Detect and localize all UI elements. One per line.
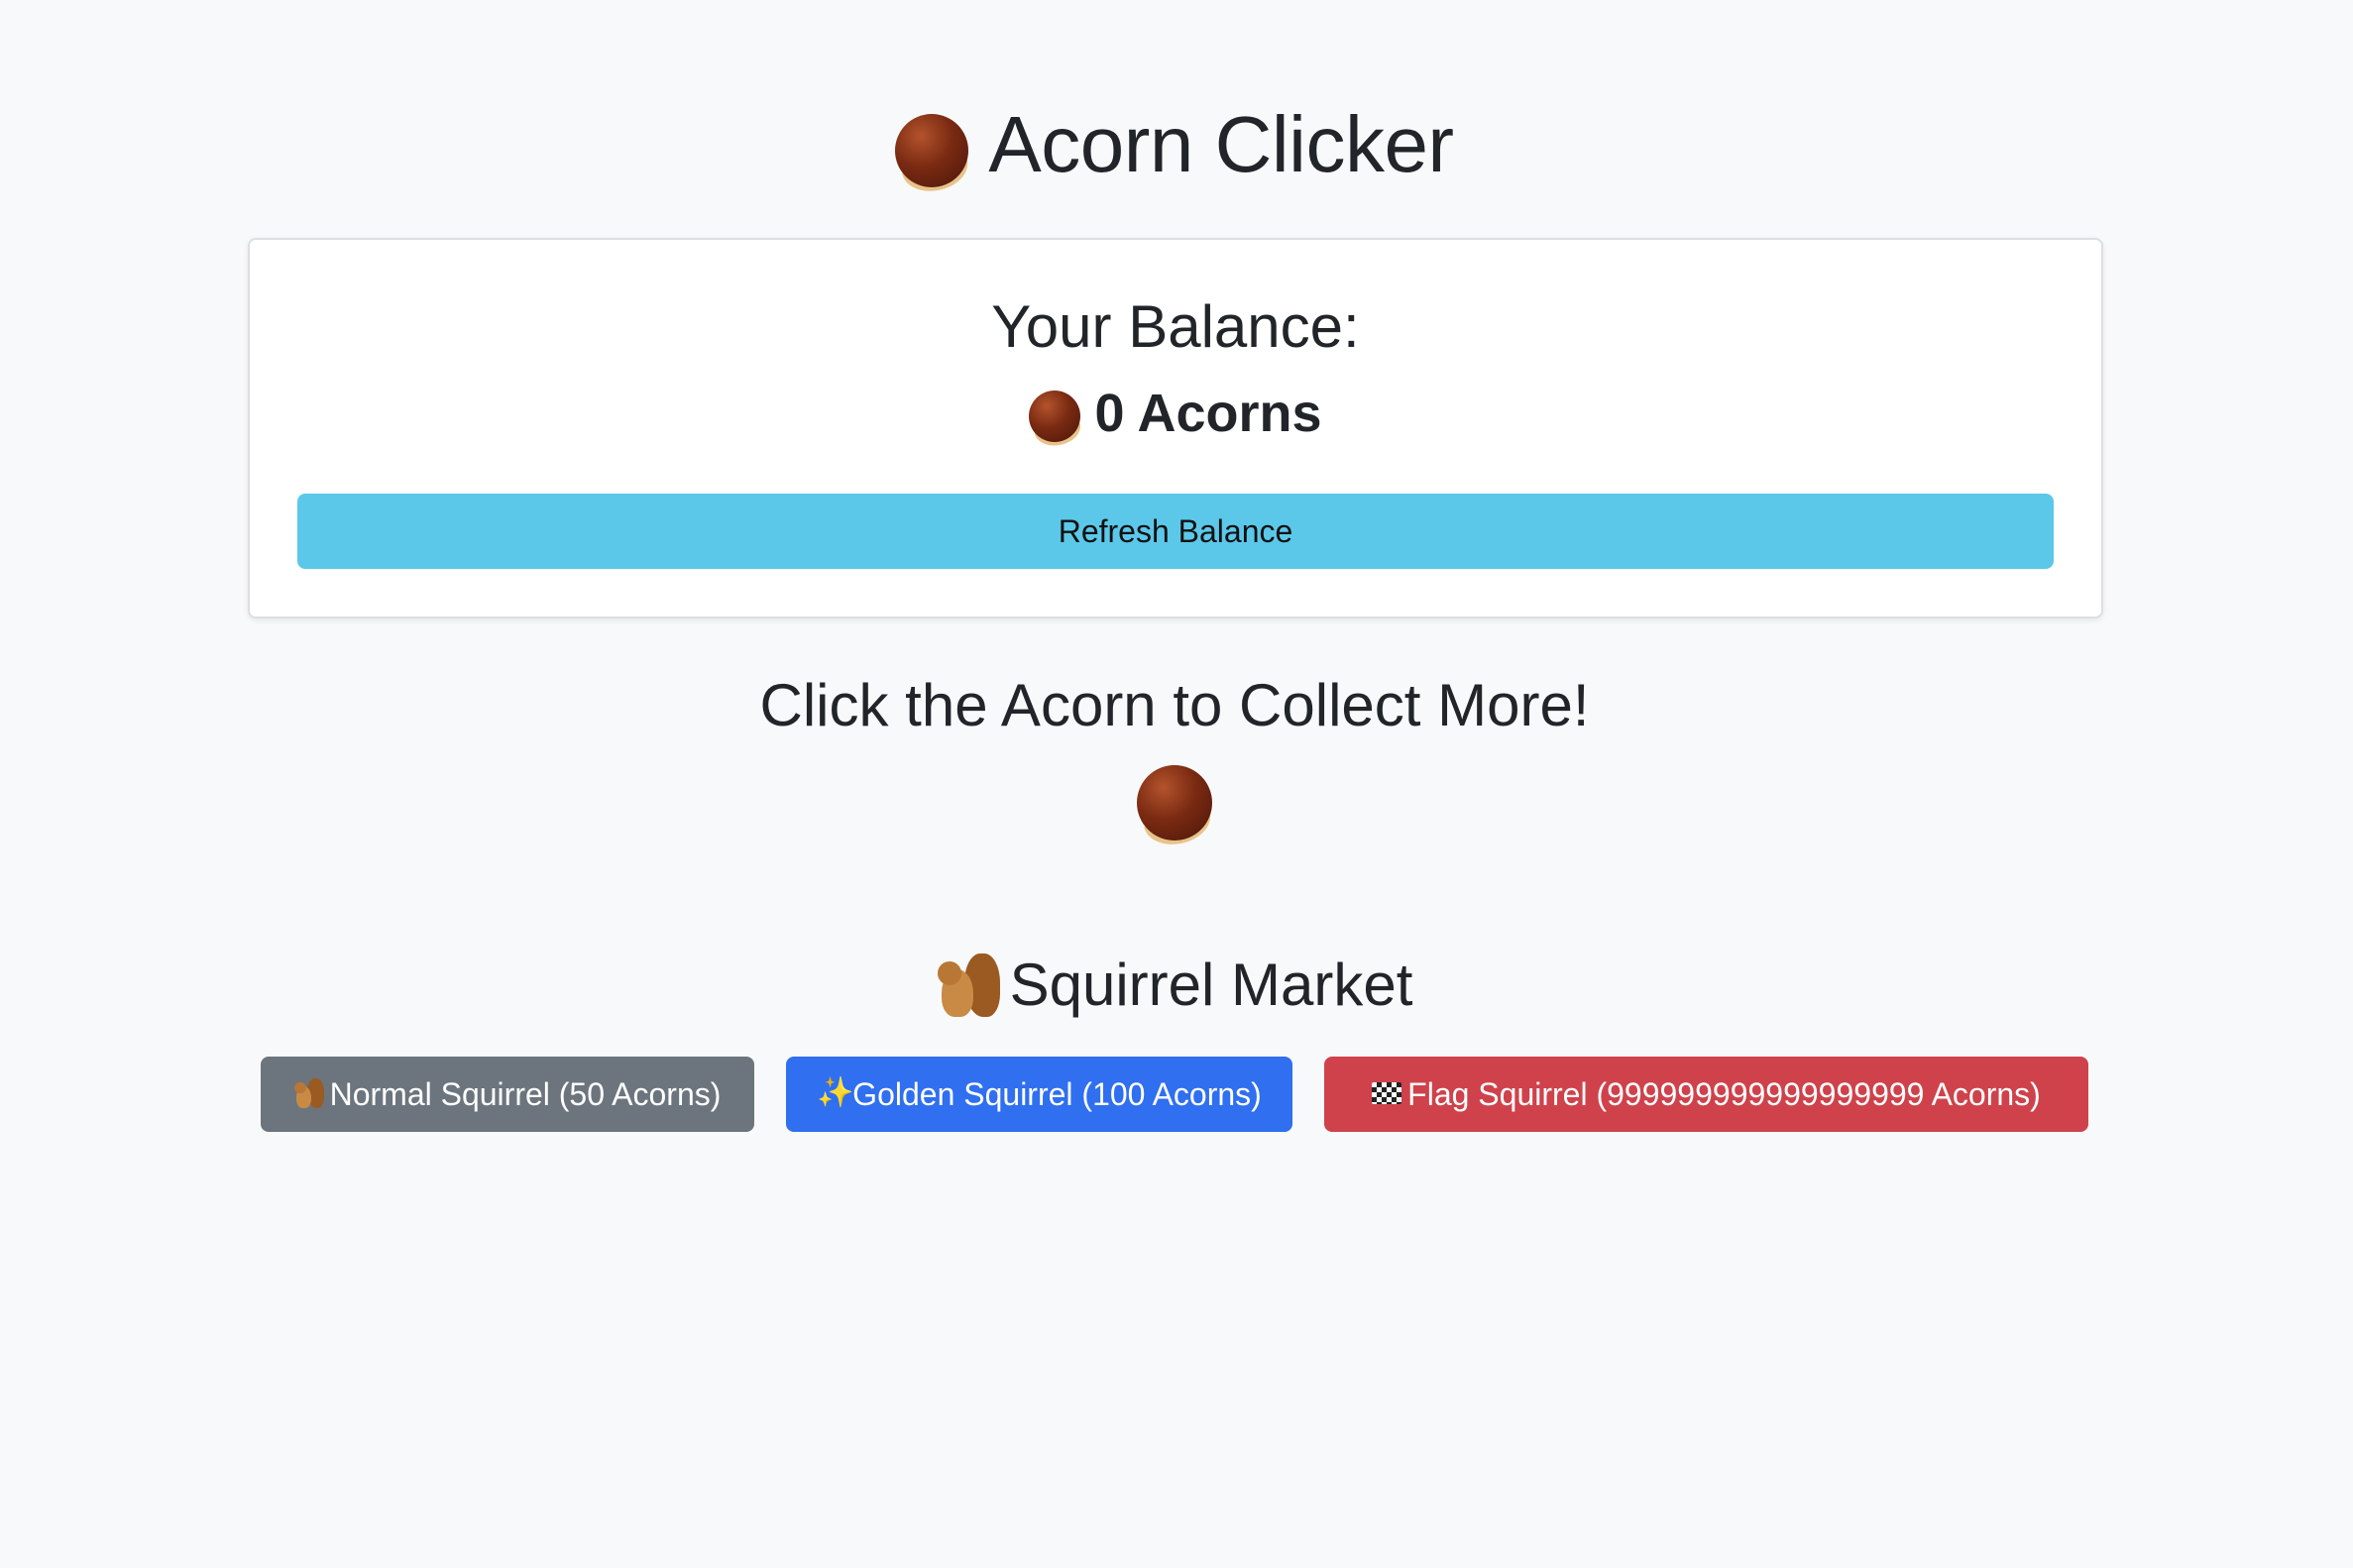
refresh-balance-button[interactable]: Refresh Balance (297, 494, 2054, 569)
market-heading: Squirrel Market (248, 946, 2101, 1025)
balance-heading: Your Balance: (991, 293, 1360, 360)
collect-acorn-button[interactable] (1135, 763, 1214, 842)
balance-amount-text: 0 Acorns (1094, 384, 1322, 443)
app-title-text: Acorn Clicker (988, 100, 1454, 188)
buy-golden-squirrel-button[interactable]: ✨Golden Squirrel (100 Acorns) (786, 1057, 1292, 1132)
flag-squirrel-label: Flag Squirrel (999999999999999999 Acorns… (1407, 1075, 2041, 1112)
sparkles-icon: ✨ (817, 1076, 854, 1110)
market-heading-text: Squirrel Market (1009, 952, 1413, 1018)
normal-squirrel-label: Normal Squirrel (50 Acorns) (329, 1075, 722, 1112)
chipmunk-icon (294, 1078, 324, 1109)
chipmunk-icon (937, 953, 1000, 1018)
balance-card: Your Balance: 0 Acorns Refresh Balance (248, 238, 2103, 618)
balance-amount: 0 Acorns (250, 379, 2101, 452)
app-title: Acorn Clicker (248, 95, 2101, 200)
buy-normal-squirrel-button[interactable]: Normal Squirrel (50 Acorns) (261, 1057, 754, 1132)
chequered-flag-icon (1372, 1082, 1402, 1105)
golden-squirrel-label: Golden Squirrel (100 Acorns) (852, 1075, 1262, 1112)
chestnut-icon (1137, 765, 1212, 840)
collect-heading: Click the Acorn to Collect More! (759, 672, 1590, 738)
chestnut-icon (1029, 379, 1081, 448)
chestnut-icon (895, 95, 969, 194)
buy-flag-squirrel-button[interactable]: Flag Squirrel (999999999999999999 Acorns… (1324, 1057, 2088, 1132)
